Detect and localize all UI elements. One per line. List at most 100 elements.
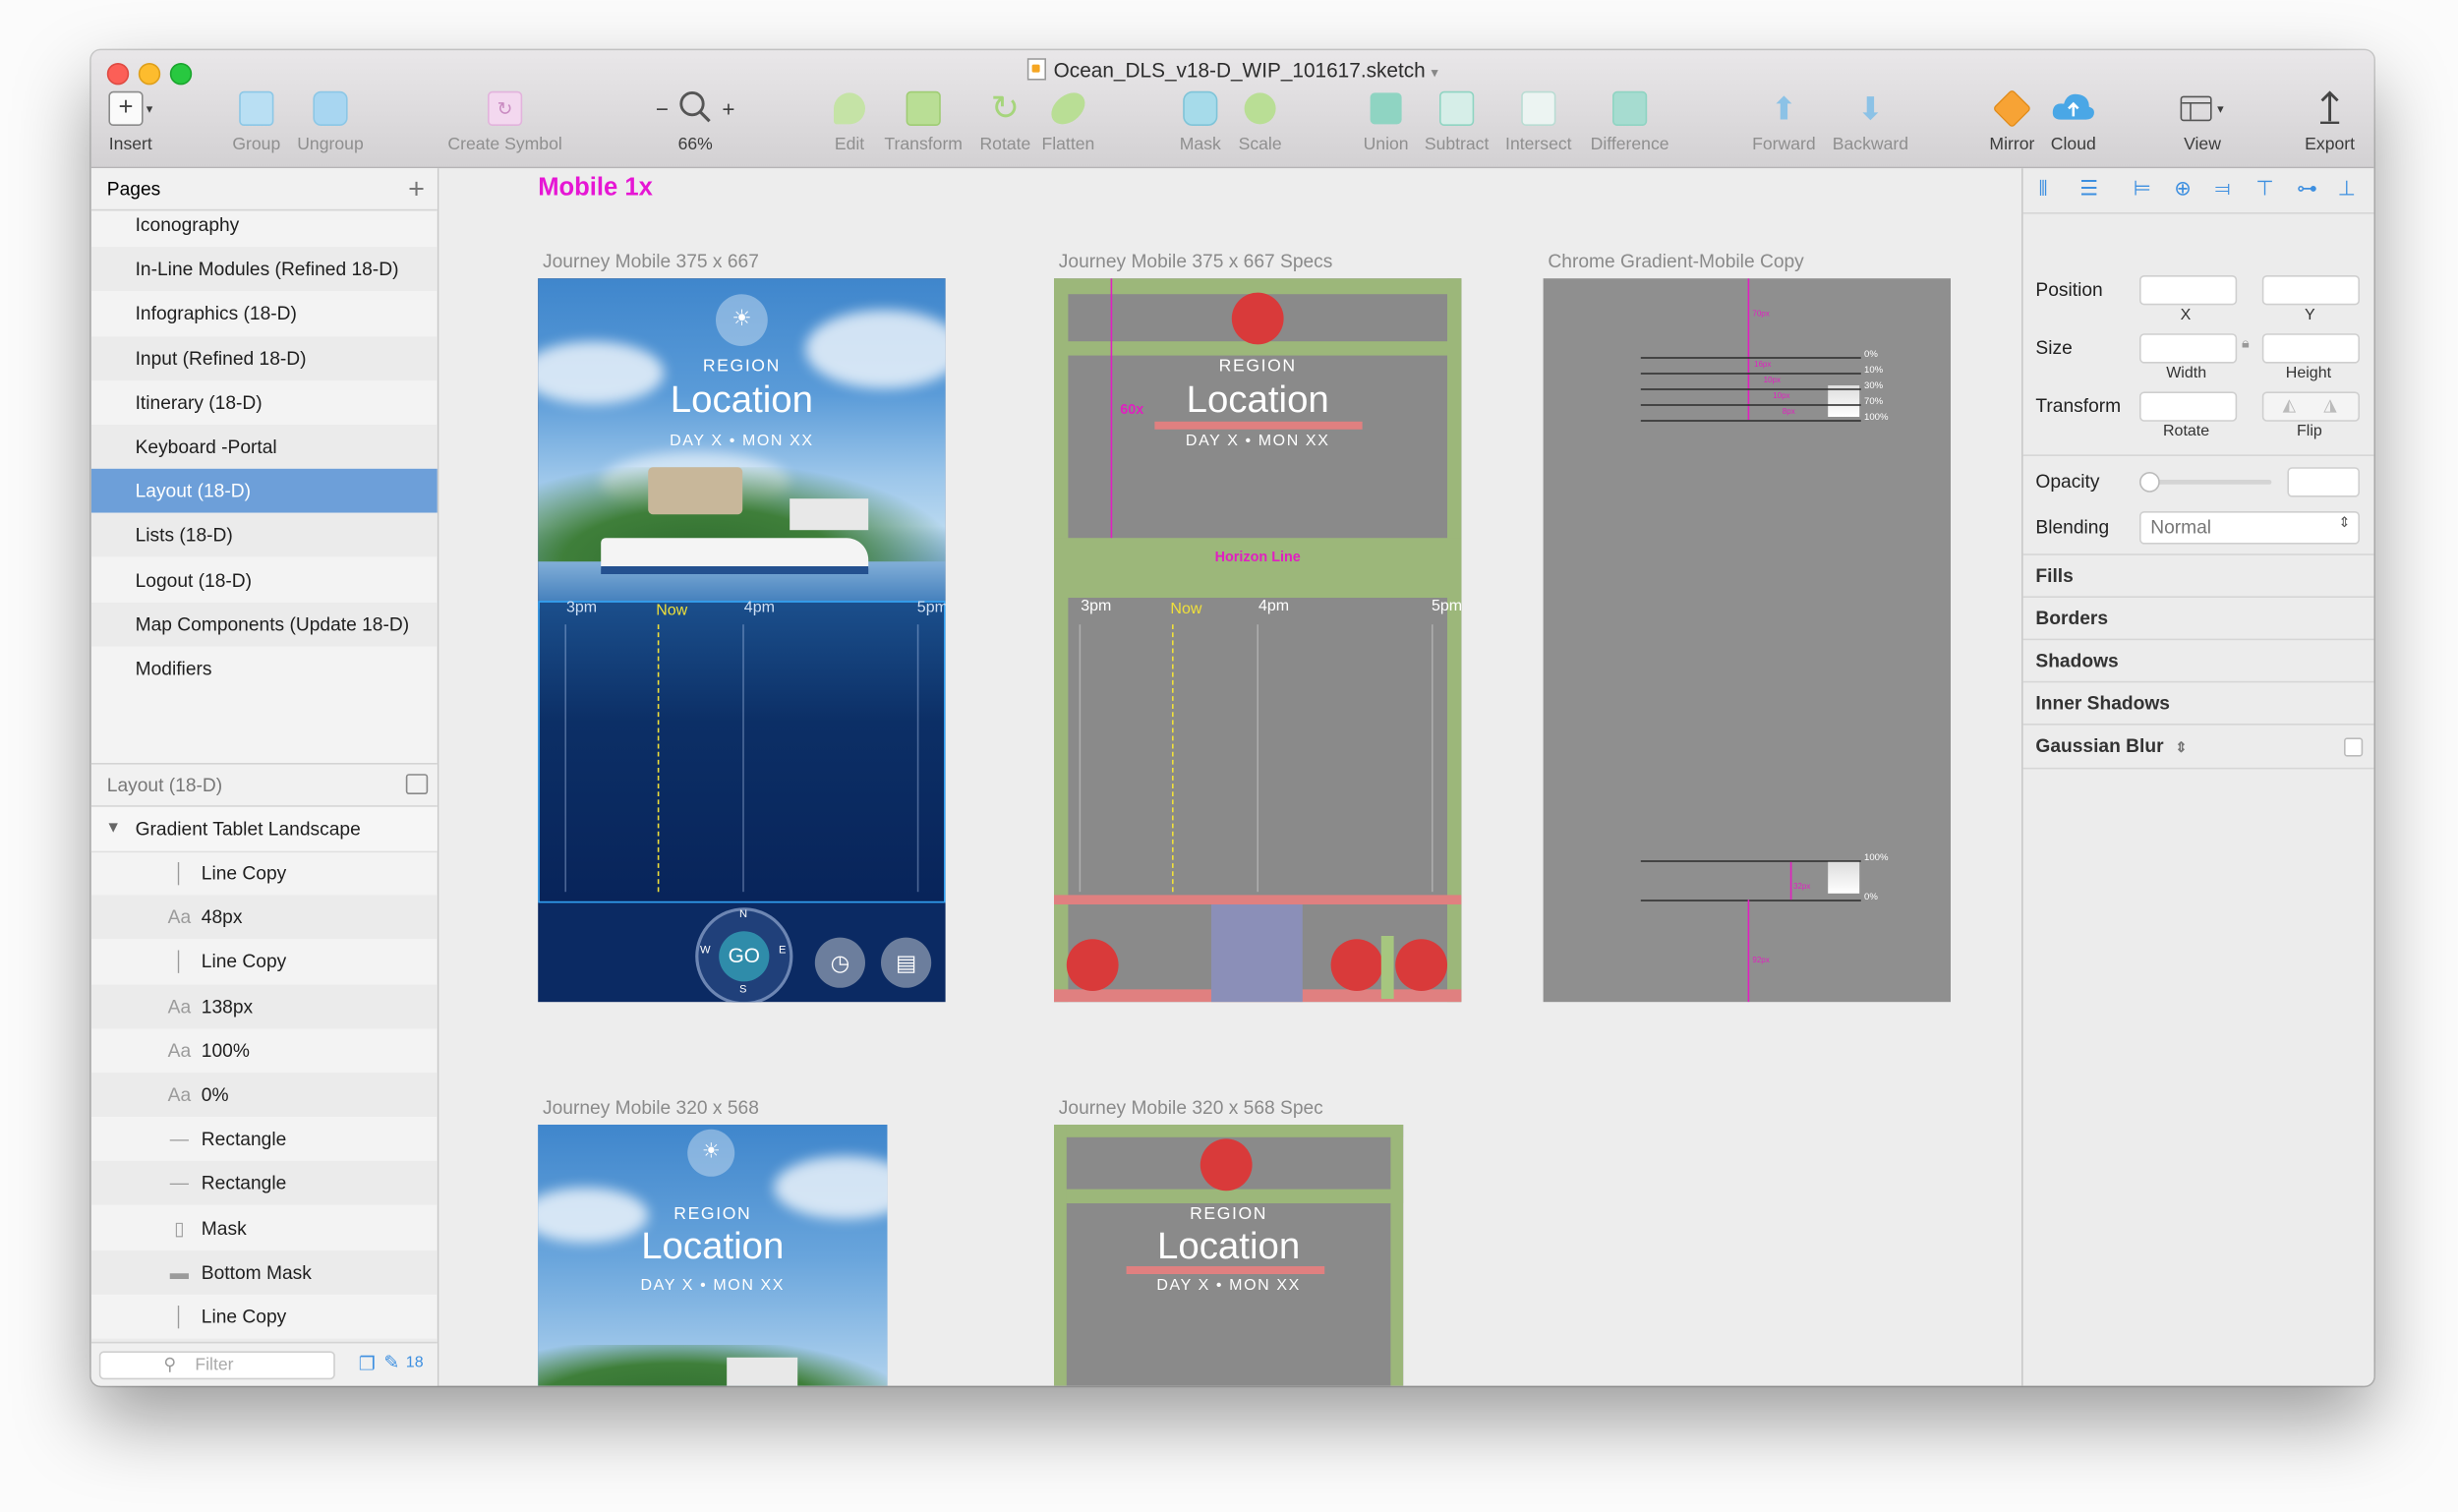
page-item[interactable]: Iconography [91, 203, 438, 247]
send-backward-icon: ⬇ [1856, 91, 1884, 127]
opacity-slider[interactable] [2145, 480, 2272, 485]
layer-row[interactable]: — Rectangle [91, 1117, 438, 1161]
filter-input[interactable]: ⚲ Filter [98, 1351, 335, 1380]
subtract-button[interactable]: Subtract [1419, 88, 1494, 154]
ungroup-button[interactable]: Ungroup [296, 88, 365, 154]
sunrise-icon[interactable]: ☀ [687, 1129, 735, 1177]
artboard-label[interactable]: Journey Mobile 375 x 667 Specs [1059, 250, 1333, 271]
layer-group-row[interactable]: ▼ Gradient Tablet Landscape [90, 806, 438, 853]
artboard-label[interactable]: Chrome Gradient-Mobile Copy [1548, 250, 1803, 271]
lock-icon[interactable]: 🔒︎ [2242, 335, 2250, 353]
export-button[interactable]: Export [2303, 88, 2356, 154]
clock-icon[interactable]: ◷ [814, 937, 865, 988]
list-icon[interactable]: ▤ [881, 937, 932, 988]
artboard-journey-mobile-320-spec[interactable]: REGION Location DAY X • MON XX [1054, 1125, 1404, 1386]
distribute-vertical-icon[interactable]: ☰ [2079, 176, 2098, 202]
shadows-section[interactable]: Shadows [2022, 638, 2374, 683]
layer-row[interactable]: Aa 138px [90, 983, 438, 1028]
align-top-icon[interactable]: ⊤ [2255, 176, 2273, 202]
blur-checkbox[interactable] [2344, 737, 2364, 757]
page-item[interactable]: Input (Refined 18-D) [90, 335, 438, 380]
align-bottom-icon[interactable]: ⊥ [2338, 176, 2356, 202]
artboard-label[interactable]: Journey Mobile 320 x 568 [543, 1096, 759, 1118]
opacity-slider-knob[interactable] [2139, 472, 2160, 493]
group-button[interactable]: Group [230, 88, 283, 154]
page-item-label: Map Components (Update 18-D) [135, 612, 410, 636]
page-item[interactable]: Modifiers [91, 647, 438, 691]
page-item[interactable]: Itinerary (18-D) [91, 380, 438, 425]
layer-row[interactable]: │ Line Copy [91, 940, 438, 984]
chevron-down-icon[interactable]: ▾ [1432, 65, 1438, 81]
disclosure-triangle-icon[interactable]: ▼ [105, 807, 121, 851]
rotate-button[interactable]: ↻ Rotate [978, 88, 1031, 154]
artboard-journey-mobile-375[interactable]: ☀ REGION Location DAY X • MON XX 3pm Now… [538, 278, 946, 1003]
layer-row[interactable]: — Rectangle [90, 1161, 438, 1206]
borders-section[interactable]: Borders [2022, 596, 2374, 640]
layer-row[interactable]: ▯ Mask [91, 1206, 438, 1250]
page-item[interactable]: Map Components (Update 18-D) [90, 602, 438, 647]
scale-button[interactable]: Scale [1237, 88, 1284, 154]
sunrise-icon[interactable]: ☀ [716, 294, 768, 346]
select-arrows-icon[interactable]: ⇕ [2175, 739, 2187, 755]
view-button[interactable]: ▾ View [2171, 88, 2234, 154]
align-left-icon[interactable]: ⊨ [2134, 176, 2151, 202]
mask-button[interactable]: Mask [1177, 88, 1224, 154]
layer-row[interactable]: │ Line Copy [91, 851, 438, 896]
union-button[interactable]: Union [1359, 88, 1412, 154]
cloud-button[interactable]: Cloud [2048, 88, 2098, 154]
rotate-input[interactable] [2139, 391, 2238, 422]
position-x-input[interactable] [2139, 275, 2238, 306]
layer-row[interactable]: Aa 0% [90, 1073, 438, 1117]
collapse-layers-icon[interactable] [405, 774, 429, 794]
page-item[interactable]: Layout (18-D) [90, 469, 438, 513]
inner-shadows-section[interactable]: Inner Shadows [2022, 680, 2374, 726]
brush-icon[interactable]: ✎ [383, 1351, 399, 1372]
layer-row[interactable]: Aa 100% [91, 1028, 438, 1073]
blending-select[interactable]: Normal ⇕ [2139, 511, 2360, 545]
forward-button[interactable]: ⬆ Forward [1749, 88, 1818, 154]
flip-buttons[interactable]: ◭ ◮ [2261, 391, 2360, 422]
go-button[interactable]: GO [719, 931, 770, 982]
create-symbol-button[interactable]: ↻ Create Symbol [446, 88, 562, 154]
flip-vertical-icon[interactable]: ◮ [2323, 395, 2337, 415]
distribute-horizontal-icon[interactable]: ⫴ [2039, 176, 2048, 202]
intersect-button[interactable]: Intersect [1500, 88, 1576, 154]
timeline-panel[interactable]: 3pm Now 4pm 5pm [538, 600, 946, 903]
artboard-label[interactable]: Journey Mobile 375 x 667 [543, 250, 759, 271]
layer-row[interactable]: ▬ Bottom Mask [90, 1250, 438, 1295]
design-canvas[interactable]: Mobile 1x Journey Mobile 375 x 667 ☀ REG… [439, 168, 2021, 1386]
width-input[interactable] [2139, 333, 2238, 364]
page-item[interactable]: In-Line Modules (Refined 18-D) [90, 247, 438, 292]
align-middle-icon[interactable]: ⊶ [2297, 176, 2317, 202]
layer-row[interactable]: Aa 48px [90, 895, 438, 940]
edit-button[interactable]: Edit [831, 88, 868, 154]
zoom-control[interactable]: − + 66% [648, 88, 742, 154]
page-item[interactable]: Logout (18-D) [91, 557, 438, 602]
gaussian-blur-section[interactable]: Gaussian Blur ⇕ [2022, 724, 2374, 770]
backward-button[interactable]: ⬇ Backward [1828, 88, 1912, 154]
page-item[interactable]: Infographics (18-D) [91, 292, 438, 336]
artboard-label[interactable]: Journey Mobile 320 x 568 Spec [1059, 1096, 1323, 1118]
fills-section[interactable]: Fills [2022, 553, 2374, 598]
page-item[interactable]: Lists (18-D) [90, 513, 438, 558]
mirror-button[interactable]: Mirror [1985, 88, 2038, 154]
artboard-journey-mobile-320[interactable]: ☀ REGION Location DAY X • MON XX [538, 1125, 888, 1386]
copy-layers-icon[interactable]: ❐ [359, 1353, 376, 1374]
position-y-input[interactable] [2261, 275, 2360, 306]
align-center-icon[interactable]: ⊕ [2174, 176, 2191, 202]
transform-button[interactable]: Transform [884, 88, 963, 154]
align-right-icon[interactable]: ⫤ [2215, 176, 2231, 202]
zoom-out-button[interactable]: − [656, 96, 669, 122]
opacity-input[interactable] [2287, 467, 2360, 497]
height-input[interactable] [2261, 333, 2360, 364]
page-item[interactable]: Keyboard -Portal [90, 425, 438, 469]
artboard-chrome-gradient[interactable]: 70px 0% 10% 30% 70% 100% 16px 10px 10px 8px 100%… [1543, 278, 1951, 1003]
zoom-in-button[interactable]: + [722, 96, 734, 122]
artboard-journey-mobile-375-specs[interactable]: Horizon Line 60x REGION Location DAY X •… [1054, 278, 1462, 1003]
insert-button[interactable]: + ▾ Insert [104, 88, 157, 154]
flip-horizontal-icon[interactable]: ◭ [2283, 395, 2297, 415]
compass-dial[interactable]: N S E W GO [695, 907, 793, 1003]
flatten-button[interactable]: Flatten [1038, 88, 1098, 154]
difference-button[interactable]: Difference [1586, 88, 1674, 154]
layer-row[interactable]: │ Line Copy [91, 1295, 438, 1339]
